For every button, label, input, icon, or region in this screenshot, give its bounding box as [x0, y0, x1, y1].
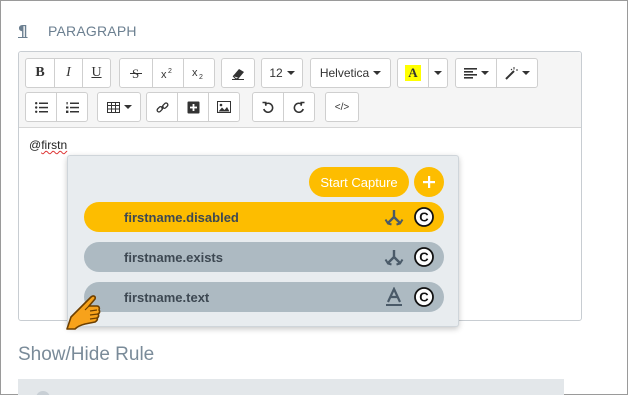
editor-toolbar: B I U S x2 x2 12 H	[19, 52, 581, 128]
media-add-icon	[187, 101, 199, 113]
svg-text:2: 2	[168, 68, 172, 75]
superscript-button[interactable]: x2	[152, 58, 184, 88]
svg-text:C: C	[419, 250, 429, 265]
redo-icon	[293, 101, 305, 113]
insert-media-button[interactable]	[177, 92, 209, 122]
strikethrough-button[interactable]: S	[119, 58, 153, 88]
suggestion-item[interactable]: firstname.exists C	[84, 242, 444, 272]
code-view-button[interactable]: </>	[325, 92, 359, 122]
suggestion-label: firstname.text	[124, 289, 210, 305]
insert-link-button[interactable]	[146, 92, 178, 122]
split-icon	[384, 210, 404, 226]
svg-text:x: x	[192, 67, 198, 79]
paragraph-group	[455, 58, 538, 88]
color-group: A	[397, 58, 448, 88]
clear-format-button[interactable]	[221, 58, 255, 88]
undo-button[interactable]	[252, 92, 284, 122]
bold-button[interactable]: B	[25, 58, 55, 88]
rule-box	[18, 379, 564, 395]
text-format-icon	[386, 287, 402, 306]
split-icon	[384, 250, 404, 266]
text-color-button[interactable]: A	[397, 58, 429, 88]
link-icon	[156, 101, 168, 113]
undo-icon	[262, 101, 274, 113]
strikethrough-icon: S	[130, 66, 142, 80]
subscript-icon: x2	[192, 67, 203, 80]
svg-text:C: C	[419, 210, 429, 225]
editor-content[interactable]: @firstn	[29, 138, 67, 152]
mention-prefix: @	[29, 138, 42, 152]
add-button[interactable]	[414, 167, 444, 197]
paragraph-title: PARAGRAPH	[48, 23, 137, 39]
chevron-down-icon	[373, 71, 382, 75]
eraser-group	[221, 58, 255, 88]
suggestion-label: firstname.disabled	[124, 209, 239, 225]
suggestion-label: firstname.exists	[124, 249, 223, 265]
history-group	[252, 92, 315, 122]
paragraph-header: ¶ PARAGRAPH	[18, 21, 137, 41]
bullet-list-button[interactable]	[25, 92, 57, 122]
paragraph-icon: ¶	[18, 22, 28, 40]
script-group: S x2 x2	[119, 58, 215, 88]
italic-button[interactable]: I	[54, 58, 83, 88]
code-group: </>	[325, 92, 359, 122]
redo-button[interactable]	[283, 92, 315, 122]
copyright-badge-icon: C	[414, 247, 434, 267]
table-icon	[106, 101, 120, 113]
underline-button[interactable]: U	[82, 58, 111, 88]
subscript-button[interactable]: x2	[183, 58, 215, 88]
style-dropdown[interactable]	[496, 58, 538, 88]
rule-indicator-icon	[36, 391, 50, 395]
chevron-down-icon	[480, 71, 489, 75]
text-style-group: B I U	[25, 58, 111, 88]
eraser-icon	[232, 69, 244, 80]
numbered-list-icon	[65, 101, 79, 113]
numbered-list-button[interactable]	[56, 92, 88, 122]
image-icon	[217, 101, 231, 113]
insert-image-button[interactable]	[208, 92, 240, 122]
suggestion-item[interactable]: firstname.text C	[84, 282, 444, 312]
font-family-group: Helvetica	[310, 58, 391, 88]
align-dropdown[interactable]	[455, 58, 497, 88]
insert-group	[146, 92, 240, 122]
font-family-dropdown[interactable]: Helvetica	[310, 58, 391, 88]
svg-text:x: x	[161, 69, 167, 80]
list-group	[25, 92, 88, 122]
bullet-list-icon	[34, 101, 48, 113]
highlight-color-icon: A	[405, 65, 421, 81]
pointing-hand-icon	[66, 295, 101, 330]
superscript-icon: x2	[161, 68, 172, 80]
font-size-group: 12	[261, 58, 303, 88]
section-title: Show/Hide Rule	[18, 344, 155, 365]
start-capture-button[interactable]: Start Capture	[309, 167, 409, 197]
svg-text:C: C	[419, 290, 429, 305]
chevron-down-icon	[434, 71, 442, 75]
typed-text: firstn	[41, 138, 68, 152]
font-family-value: Helvetica	[319, 66, 370, 80]
magic-wand-icon	[505, 66, 518, 80]
align-left-icon	[463, 67, 477, 79]
chevron-down-icon	[123, 105, 132, 109]
svg-text:2: 2	[199, 74, 203, 80]
table-dropdown[interactable]	[97, 92, 141, 122]
plus-icon	[423, 176, 435, 188]
font-size-dropdown[interactable]: 12	[261, 58, 303, 88]
color-dropdown-button[interactable]	[428, 58, 448, 88]
copyright-badge-icon: C	[414, 207, 434, 227]
chevron-down-icon	[522, 71, 530, 75]
font-size-value: 12	[269, 66, 283, 80]
suggestion-item[interactable]: firstname.disabled C	[84, 202, 444, 232]
copyright-badge-icon: C	[414, 287, 434, 307]
autocomplete-popup: Start Capture firstname.disabled C first…	[67, 155, 459, 327]
chevron-down-icon	[286, 71, 295, 75]
table-group	[97, 92, 141, 122]
